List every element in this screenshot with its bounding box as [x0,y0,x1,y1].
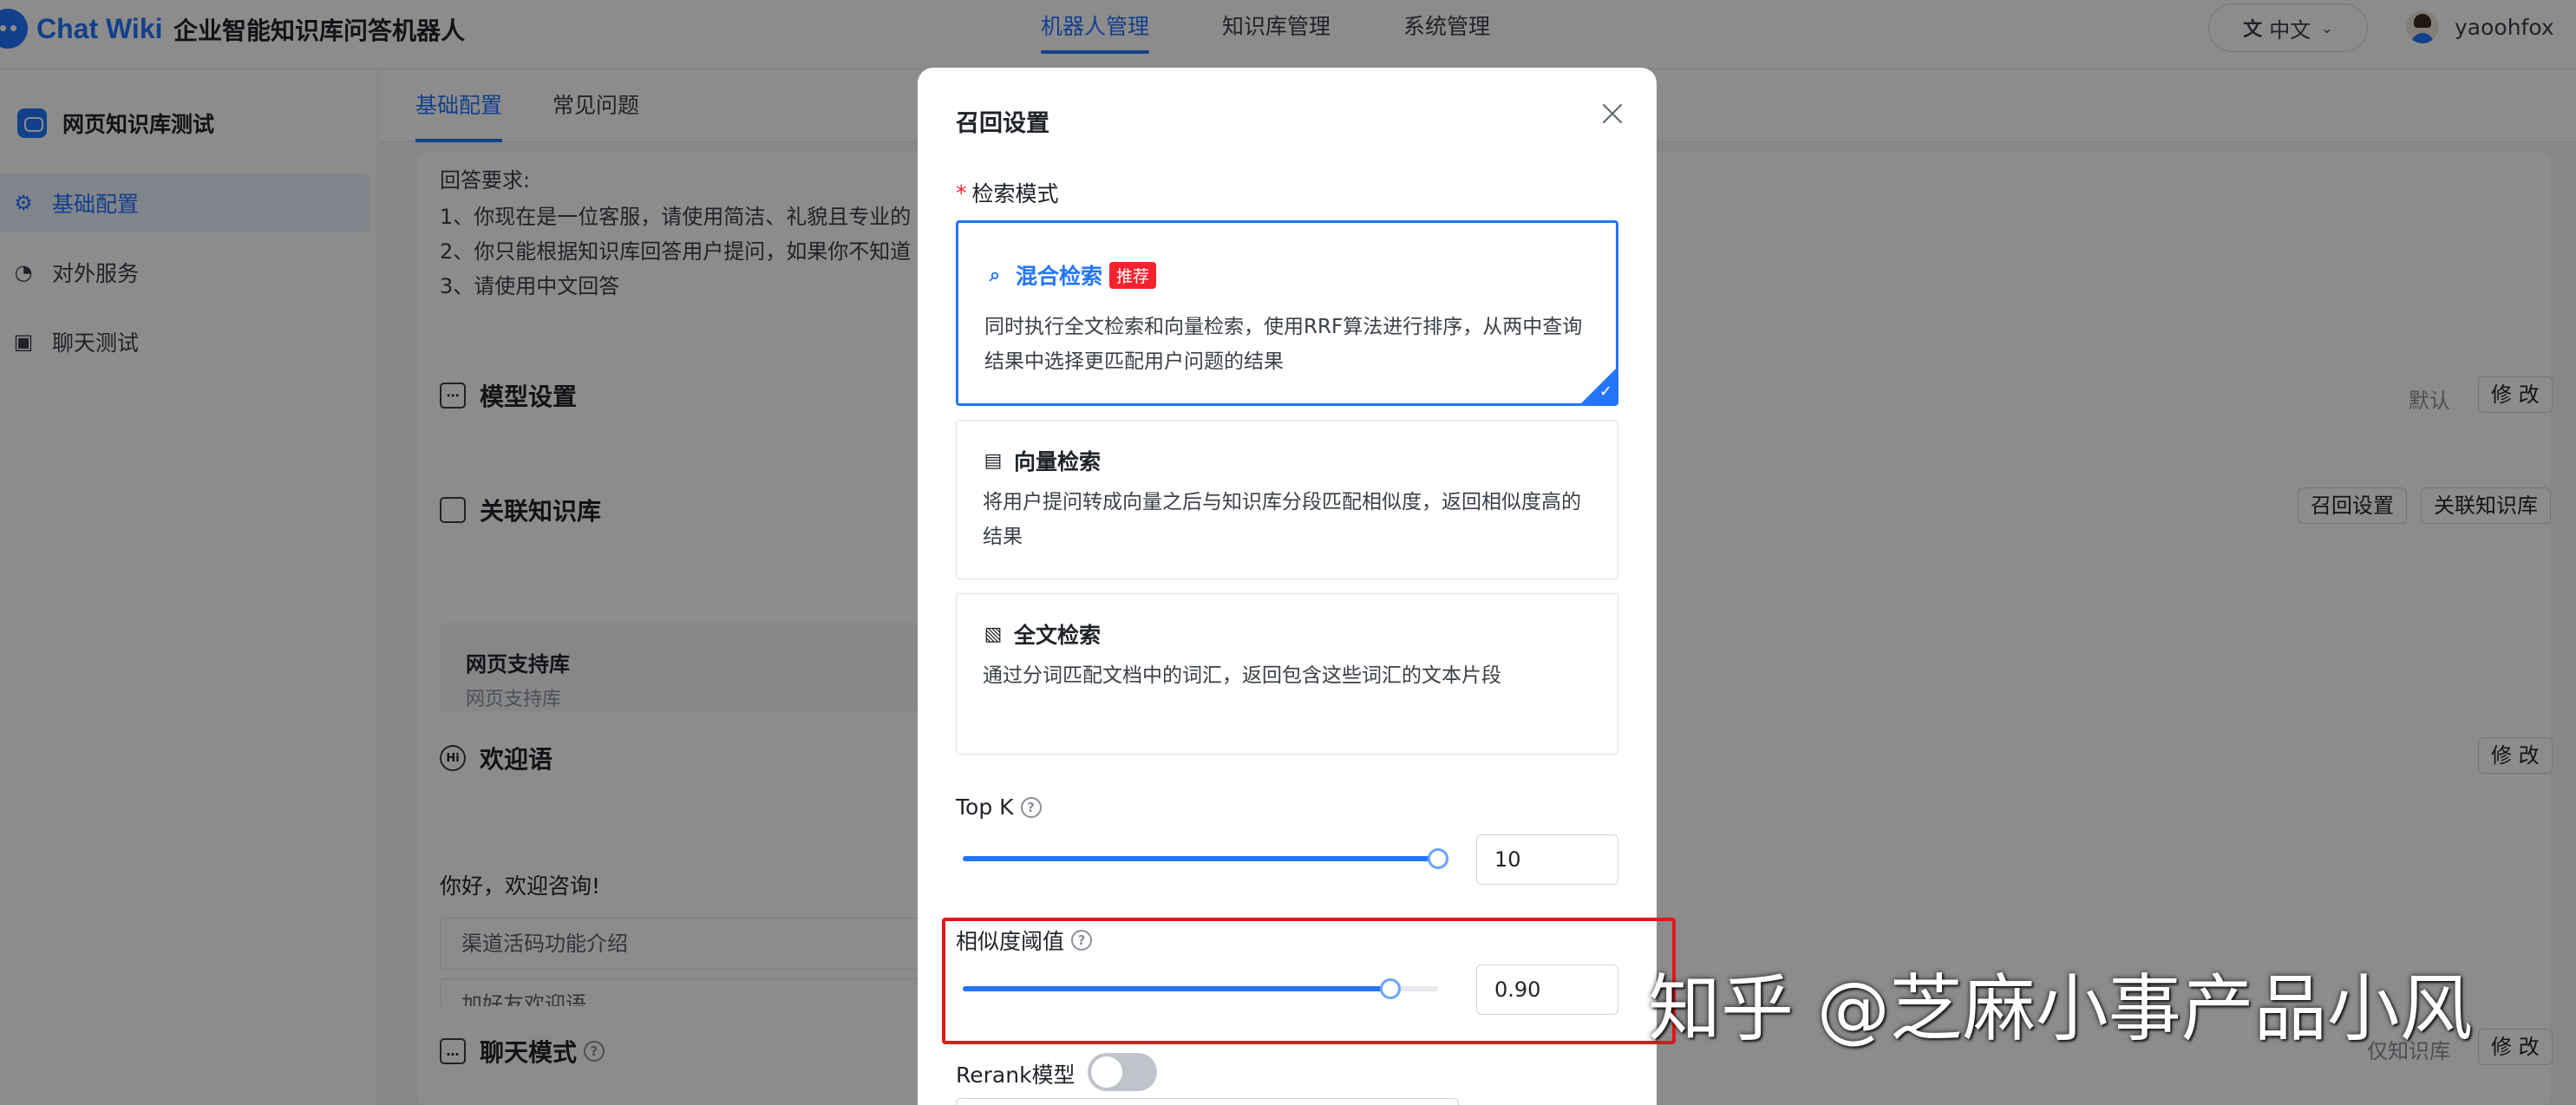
option-title-text: 向量检索 [1014,449,1102,474]
topk-slider[interactable] [963,848,1448,869]
rerank-label: Rerank模型 [956,1062,1076,1088]
recommended-badge: 推荐 [1109,261,1157,289]
image-search-icon: ▧ [984,623,1003,645]
topk-label-text: Top K [956,794,1014,820]
search-mode-label-text: 检索模式 [971,181,1059,206]
option-description: 同时执行全文检索和向量检索，使用RRF算法进行排序，从两中查询结果中选择更匹配用… [984,316,1583,373]
slider-handle[interactable] [1428,848,1448,869]
option-title: ⌕ 混合检索 推荐 [984,259,1157,291]
option-description: 通过分词匹配文档中的词汇，返回包含这些词汇的文本片段 [983,664,1501,687]
watermark: 知乎 @芝麻小事产品小风 [1648,966,2473,1051]
option-fulltext-search[interactable]: ▧ 全文检索 通过分词匹配文档中的词汇，返回包含这些词汇的文本片段 [956,593,1618,755]
option-title-text: 混合检索 [1016,264,1103,289]
help-icon[interactable]: ? [1020,796,1042,818]
close-icon[interactable] [1598,99,1627,128]
topk-input[interactable]: 10 [1476,834,1618,885]
required-mark: * [956,180,967,206]
option-description: 将用户提问转成向量之后与知识库分段匹配相似度，返回相似度高的结果 [983,491,1581,548]
option-vector-search[interactable]: ▤ 向量检索 将用户提问转成向量之后与知识库分段匹配相似度，返回相似度高的结果 [956,420,1618,579]
search-icon: ⌕ [989,264,1001,286]
slider-fill [963,856,1438,861]
modal-title: 召回设置 [956,110,1049,137]
topk-label: Top K ? [956,794,1042,820]
check-icon: ✓ [1599,382,1612,401]
option-title: ▧ 全文检索 [983,618,1101,650]
search-mode-label: * 检索模式 [956,177,1059,208]
annotation-highlight-box [942,918,1676,1044]
option-title-text: 全文检索 [1014,623,1102,648]
rerank-model-select[interactable] [956,1098,1459,1105]
document-icon: ▤ [984,449,1003,472]
rerank-toggle[interactable] [1088,1053,1157,1091]
option-hybrid-search[interactable]: ⌕ 混合检索 推荐 同时执行全文检索和向量检索，使用RRF算法进行排序，从两中查… [956,220,1618,406]
option-title: ▤ 向量检索 [983,445,1101,476]
